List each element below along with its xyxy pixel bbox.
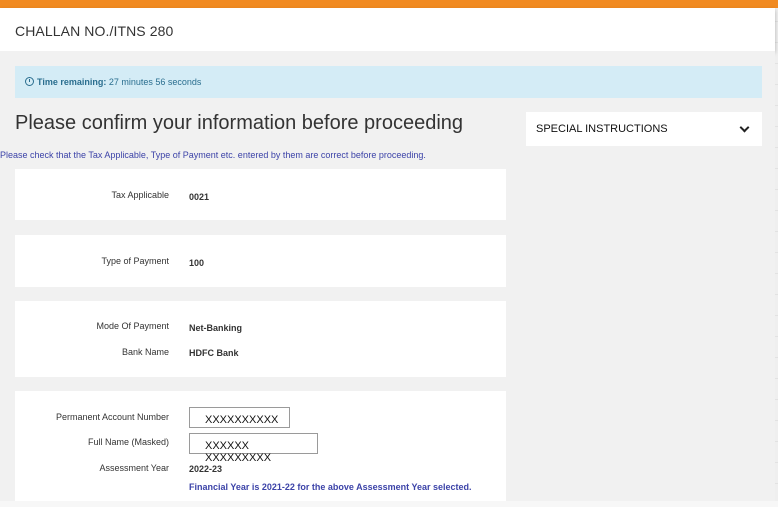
clock-icon bbox=[25, 77, 34, 86]
confirmation-note-text: Please check that the Tax Applicable, Ty… bbox=[0, 150, 426, 160]
main-content: Time remaining: 27 minutes 56 seconds Pl… bbox=[0, 51, 775, 501]
type-of-payment-value: 100 bbox=[189, 258, 205, 268]
assessment-year-label: Assessment Year bbox=[99, 463, 169, 473]
payment-mode-card: Mode Of Payment Net-Banking Bank Name HD… bbox=[15, 301, 506, 377]
bank-name-value: HDFC Bank bbox=[189, 348, 239, 358]
financial-year-note: Financial Year is 2021-22 for the above … bbox=[189, 482, 472, 492]
type-of-payment-card: Type of Payment 100 bbox=[15, 235, 506, 287]
tax-applicable-row: Tax Applicable 0021 bbox=[15, 190, 506, 204]
header-title: CHALLAN NO./ITNS 280 bbox=[15, 23, 174, 39]
pan-value-field: XXXXXXXXXX bbox=[189, 407, 290, 428]
bank-name-label: Bank Name bbox=[121, 347, 169, 357]
chevron-down-icon bbox=[739, 122, 750, 133]
bottom-strip bbox=[0, 501, 778, 507]
pan-label: Permanent Account Number bbox=[55, 412, 169, 422]
tax-applicable-card: Tax Applicable 0021 bbox=[15, 169, 506, 220]
special-instructions-dropdown[interactable]: SPECIAL INSTRUCTIONS bbox=[526, 112, 762, 146]
tax-applicable-value: 0021 bbox=[189, 192, 210, 202]
assessment-year-value: 2022-23 bbox=[189, 464, 223, 474]
full-name-label: Full Name (Masked) bbox=[87, 437, 169, 447]
page-header: CHALLAN NO./ITNS 280 bbox=[0, 8, 775, 51]
special-instructions-label: SPECIAL INSTRUCTIONS bbox=[536, 123, 668, 135]
bank-name-row: Bank Name HDFC Bank bbox=[15, 347, 506, 361]
mode-of-payment-value: Net-Banking bbox=[189, 323, 243, 333]
type-of-payment-label: Type of Payment bbox=[101, 256, 169, 266]
tax-applicable-label: Tax Applicable bbox=[111, 190, 169, 200]
time-remaining-alert: Time remaining: 27 minutes 56 seconds bbox=[15, 66, 762, 98]
mode-of-payment-row: Mode Of Payment Net-Banking bbox=[15, 321, 506, 335]
time-remaining-value: 27 minutes 56 seconds bbox=[108, 77, 202, 87]
time-remaining-label: Time remaining: bbox=[37, 77, 107, 87]
mode-of-payment-label: Mode Of Payment bbox=[96, 321, 169, 331]
assessment-year-row: Assessment Year 2022-23 bbox=[15, 463, 506, 477]
top-accent-bar bbox=[0, 0, 778, 8]
taxpayer-details-card: Permanent Account Number XXXXXXXXXX Full… bbox=[15, 391, 506, 501]
page-title: Please confirm your information before p… bbox=[15, 112, 464, 134]
type-of-payment-row: Type of Payment 100 bbox=[15, 256, 506, 270]
confirmation-note: Please check that the Tax Applicable, Ty… bbox=[0, 150, 505, 160]
full-name-value-field: XXXXXX XXXXXXXXX bbox=[189, 433, 318, 464]
